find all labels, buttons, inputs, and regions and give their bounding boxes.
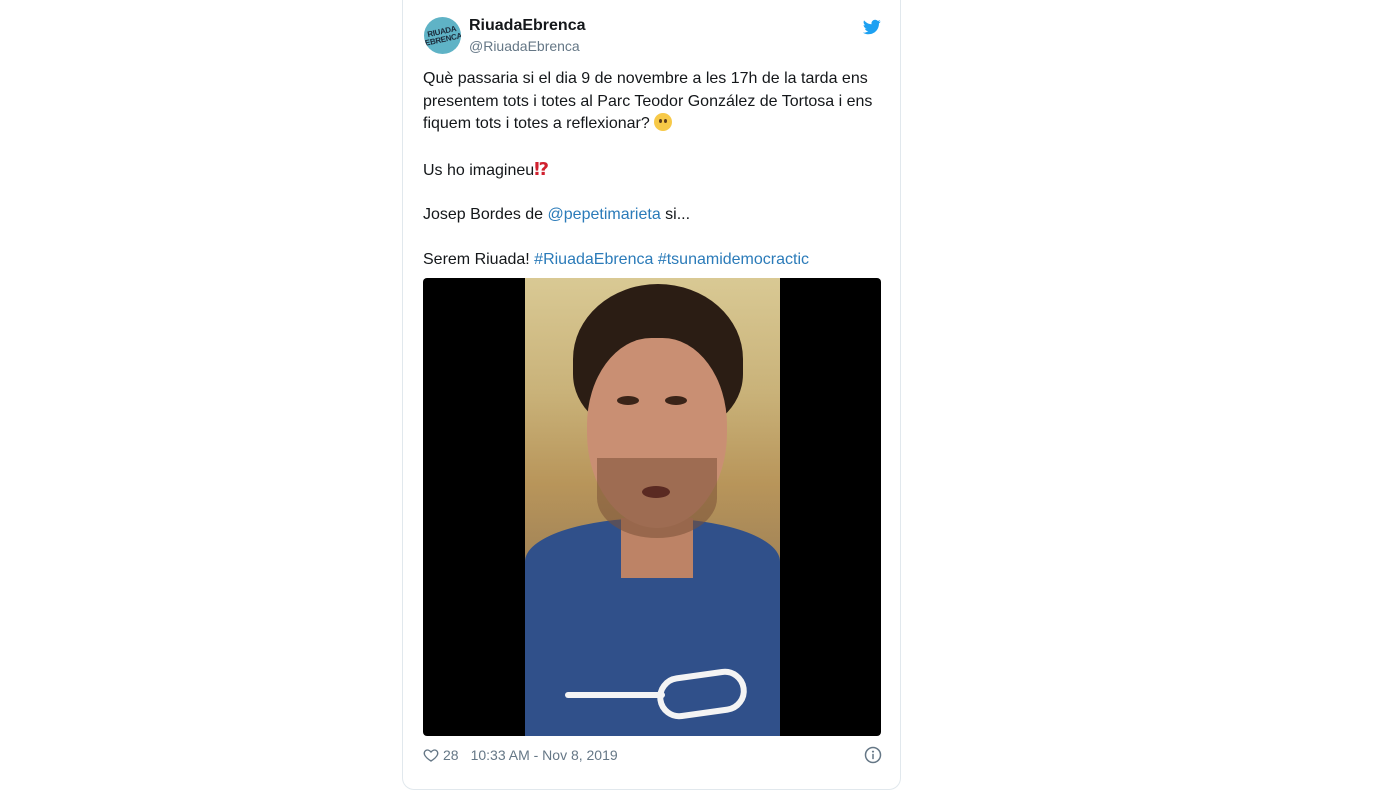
tweet-line-1: Què passaria si el dia 9 de novembre a l… [423, 70, 873, 132]
video-eye-left [617, 396, 639, 405]
twitter-bird-icon[interactable] [863, 18, 881, 36]
hashtag-riuadaebrenca[interactable]: #RiuadaEbrenca [534, 251, 653, 268]
thinking-face-emoji [654, 113, 673, 131]
tweet-line-3-suffix: si... [665, 206, 691, 223]
tweet-line-4-prefix: Serem Riuada! [423, 250, 530, 268]
tweet-paragraph-2: Us ho imagineu⁉ [423, 158, 883, 183]
tweet-line-3-prefix: Josep Bordes de [423, 206, 544, 223]
video-eye-right [665, 396, 687, 405]
avatar-logo-text: RIUADA EBRENCA [424, 23, 461, 48]
interrobang-emoji: ⁉ [534, 158, 550, 179]
tweet-line-2: Us ho imagineu [423, 161, 535, 179]
video-beard [597, 458, 717, 538]
author-handle[interactable]: @RiuadaEbrenca [469, 38, 580, 54]
tweet-text: Què passaria si el dia 9 de novembre a l… [423, 68, 883, 271]
tweet-card: RIUADA EBRENCA RiuadaEbrenca @RiuadaEbre… [402, 0, 901, 790]
info-icon[interactable] [864, 746, 882, 764]
shirt-logo-line [565, 692, 665, 698]
video-mouth [642, 486, 670, 498]
video-player[interactable] [423, 278, 881, 736]
like-count[interactable]: 28 [443, 747, 459, 763]
author-name[interactable]: RiuadaEbrenca [469, 17, 585, 35]
hashtag-tsunamidemocractic[interactable]: #tsunamidemocractic [658, 251, 809, 268]
video-thumbnail [525, 278, 780, 736]
mention-link[interactable]: @pepetimarieta [548, 206, 661, 223]
avatar[interactable]: RIUADA EBRENCA [424, 17, 461, 54]
tweet-timestamp[interactable]: 10:33 AM - Nov 8, 2019 [471, 747, 618, 763]
tweet-paragraph-1: Què passaria si el dia 9 de novembre a l… [423, 68, 883, 136]
tweet-paragraph-3: Josep Bordes de @pepetimarieta si... [423, 204, 883, 227]
tweet-footer: 28 10:33 AM - Nov 8, 2019 [423, 744, 883, 766]
tweet-paragraph-4: Serem Riuada! #RiuadaEbrenca #tsunamidem… [423, 249, 883, 272]
heart-icon[interactable] [423, 747, 439, 763]
